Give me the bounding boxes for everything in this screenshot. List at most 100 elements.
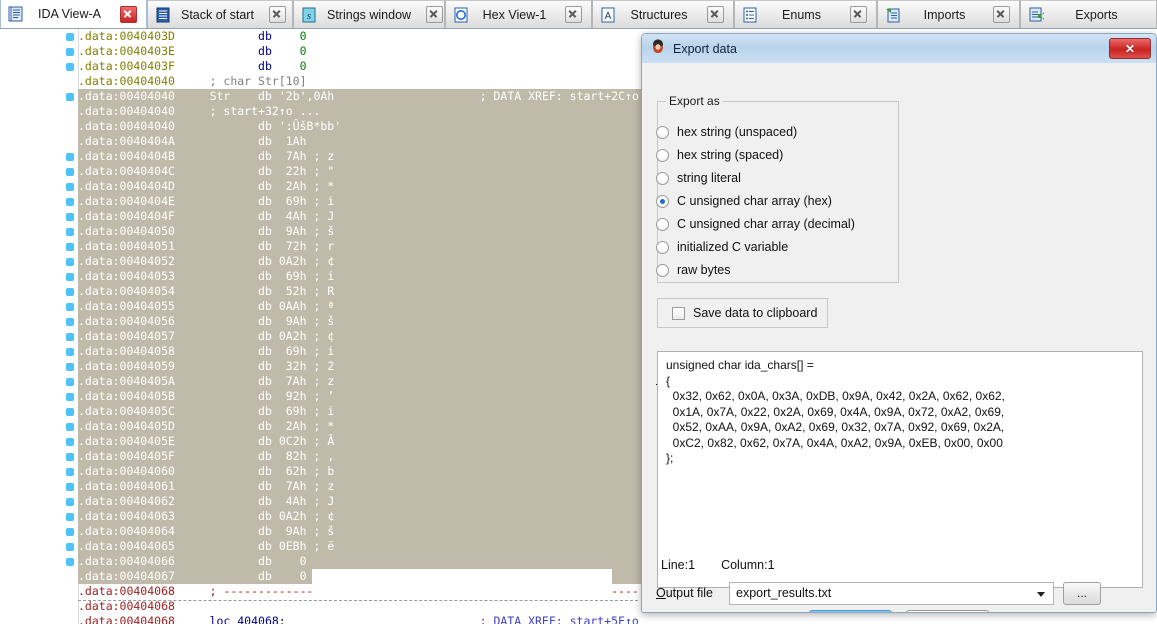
save-to-clipboard-checkbox[interactable] [672,306,685,320]
tab-close-icon[interactable] [120,5,137,23]
navigation-dot[interactable] [66,513,74,521]
tab-close-icon[interactable] [268,6,286,23]
navigation-dot[interactable] [66,183,74,191]
tab-label: Stack of start [181,7,254,22]
close-icon[interactable]: ✕ [1109,38,1151,59]
ida-app-icon [650,38,666,59]
navigation-dot[interactable] [66,63,74,71]
radio-hex-string-spaced[interactable]: hex string (spaced) [656,148,783,162]
navigation-dot[interactable] [66,33,74,41]
navigation-dot[interactable] [66,483,74,491]
navigation-dot[interactable] [66,273,74,281]
save-to-clipboard-label: Save data to clipboard [693,306,818,320]
radio-label: C unsigned char array (hex) [677,194,832,208]
navigation-dot[interactable] [66,498,74,506]
navigation-dot[interactable] [66,288,74,296]
tab-imports[interactable]: Imports [877,0,1020,28]
radio-button[interactable] [656,263,669,277]
navigation-dot[interactable] [66,318,74,326]
tab-structures[interactable]: A Structures [592,0,734,28]
exports-icon [1028,7,1045,23]
navigation-dot[interactable] [66,453,74,461]
export-button[interactable]: Export [809,610,892,612]
tab-stack-of-start[interactable]: Stack of start [147,0,293,28]
tab-ida-view-a[interactable]: IDA View-A [0,0,147,28]
save-to-clipboard-row[interactable]: Save data to clipboard [657,298,828,328]
tab-strings-window[interactable]: s Strings window [293,0,445,28]
listing-row[interactable]: .data:00404068 loc_404068: ; DATA XREF: … [78,614,1157,624]
tab-close-icon[interactable] [993,6,1010,23]
cancel-button[interactable]: Cancel [906,610,989,612]
navigation-dot[interactable] [66,333,74,341]
navigation-dot[interactable] [66,408,74,416]
radio-button[interactable] [656,194,669,208]
radio-label: C unsigned char array (decimal) [677,217,855,231]
output-file-row: Output file export_results.txt ... [656,581,1144,605]
preview-textarea[interactable]: unsigned char ida_chars[] = { 0x32, 0x62… [657,351,1143,588]
navigation-dot[interactable] [66,243,74,251]
radio-c-unsigned-char-array-hex[interactable]: C unsigned char array (hex) [656,194,832,208]
tab-label: Strings window [327,7,412,22]
navigation-dot[interactable] [66,528,74,536]
tab-close-icon[interactable] [850,6,867,23]
navigation-dot[interactable] [66,228,74,236]
radio-button[interactable] [656,240,669,254]
navigation-dot[interactable] [66,423,74,431]
export-data-dialog: Export data ✕ Export as hex string (unsp… [641,33,1157,613]
radio-c-unsigned-char-array-decimal[interactable]: C unsigned char array (decimal) [656,217,855,231]
tab-label: Exports [1075,7,1118,22]
tab-label: Structures [630,7,688,22]
navigation-dot[interactable] [66,363,74,371]
strings-icon: s [301,7,318,23]
radio-button[interactable] [656,171,669,185]
radio-label: raw bytes [677,263,731,277]
preview-status-bar: Line:1 Column:1 [657,555,1143,574]
tab-label: Imports [923,7,966,22]
export-as-legend: Export as [666,94,723,108]
navigation-dot[interactable] [66,168,74,176]
tab-bar: IDA View-A Stack of start s Strings window H… [0,0,1157,29]
listing-background-gap [312,569,612,599]
imports-icon [885,7,902,23]
browse-button[interactable]: ... [1063,581,1101,605]
navigation-dot[interactable] [66,468,74,476]
radio-hex-string-unspaced[interactable]: hex string (unspaced) [656,125,797,139]
radio-button[interactable] [656,125,669,139]
tab-close-icon[interactable] [565,6,582,23]
navigation-dot[interactable] [66,348,74,356]
tab-enums[interactable]: Enums [734,0,877,28]
line-indicator: Line:1 [661,557,696,572]
radio-button[interactable] [656,217,669,231]
column-indicator: Column:1 [721,557,775,572]
radio-button[interactable] [656,148,669,162]
navigation-dot[interactable] [66,543,74,551]
navigation-dot[interactable] [66,198,74,206]
navigation-dot[interactable] [66,303,74,311]
navigation-dot[interactable] [66,378,74,386]
radio-raw-bytes[interactable]: raw bytes [656,263,731,277]
navigation-dot[interactable] [66,393,74,401]
navigation-dot[interactable] [66,213,74,221]
ida-main-window: IDA View-A Stack of start s Strings window H… [0,0,1157,624]
tab-hex-view-1[interactable]: Hex View-1 [445,0,592,28]
navigation-dot[interactable] [66,438,74,446]
navigation-dot[interactable] [66,93,74,101]
chevron-down-icon[interactable] [1037,591,1045,597]
navigation-dot[interactable] [66,258,74,266]
enums-icon [742,7,759,23]
output-file-combo[interactable]: export_results.txt [729,581,1054,605]
radio-initialized-c-variable[interactable]: initialized C variable [656,240,788,254]
output-file-label-rest: utput file [665,586,713,600]
tab-close-icon[interactable] [426,6,444,23]
tab-exports[interactable]: Exports [1020,0,1157,28]
dialog-title-bar[interactable]: Export data ✕ [642,34,1156,63]
tab-close-icon[interactable] [707,6,724,23]
tab-label: Enums [782,7,821,22]
navigation-dot[interactable] [66,48,74,56]
navigation-dot-column [62,29,79,624]
navigation-dot[interactable] [66,558,74,566]
output-file-label: Output file [656,586,729,600]
stack-icon [155,7,172,23]
radio-string-literal[interactable]: string literal [656,171,741,185]
navigation-dot[interactable] [66,153,74,161]
